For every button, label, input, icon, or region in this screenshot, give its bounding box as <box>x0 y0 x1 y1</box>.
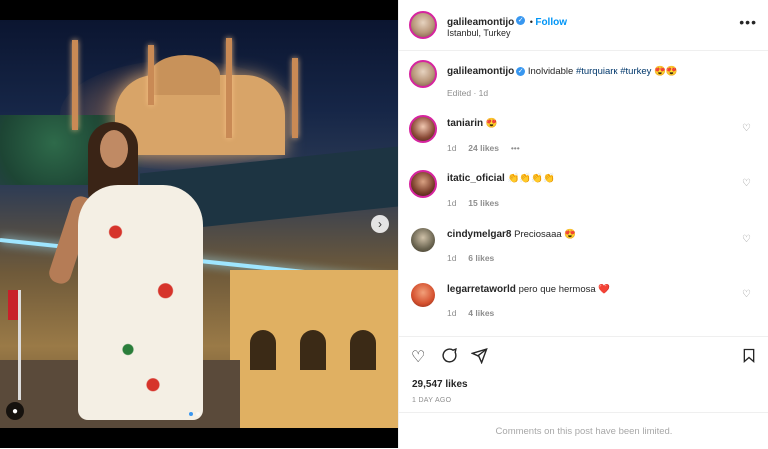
comment-likes[interactable]: 15 likes <box>468 198 499 208</box>
hashtag-link[interactable]: #turquiarк <box>576 66 618 77</box>
commenter-avatar[interactable] <box>411 228 435 252</box>
window <box>350 330 376 370</box>
media-top-band <box>0 0 398 20</box>
share-icon[interactable] <box>470 347 488 369</box>
woman-dress <box>78 185 203 420</box>
caption-text: Inolvidable <box>527 66 576 77</box>
comment-text: pero que hermosa ❤️ <box>518 284 611 295</box>
comment-text: 👏👏👏👏 <box>507 173 555 184</box>
minaret <box>226 38 232 138</box>
post-timestamp: 1 DAY AGO <box>412 397 452 404</box>
comment-age: 1d <box>447 143 457 153</box>
comment-age: 1d <box>447 253 457 263</box>
window <box>250 330 276 370</box>
caption-username[interactable]: galileamontijo <box>447 66 514 77</box>
minaret <box>72 40 78 130</box>
author-avatar[interactable] <box>409 11 437 39</box>
post-location[interactable]: Istanbul, Turkey <box>447 28 511 38</box>
commenter-avatar[interactable] <box>411 283 435 307</box>
commenter-username[interactable]: taniarin <box>447 118 483 129</box>
chevron-right-icon[interactable]: › <box>371 215 389 233</box>
commenter-username[interactable]: legarretaworld <box>447 284 516 295</box>
carousel-dot <box>196 412 200 416</box>
commenter-username[interactable]: itatic_oficial <box>447 173 505 184</box>
bookmark-icon[interactable] <box>741 347 757 369</box>
carousel-dot-active <box>189 412 193 416</box>
commenter-avatar[interactable] <box>409 115 437 143</box>
edited-label: Edited · 1d <box>447 88 489 98</box>
likes-count[interactable]: 29,547 likes <box>412 379 468 390</box>
action-bar: ♡ <box>399 336 768 377</box>
more-options-icon[interactable]: ••• <box>739 14 757 30</box>
heart-icon[interactable]: ♡ <box>742 178 751 189</box>
comment-age: 1d <box>447 198 457 208</box>
carousel-dots <box>189 412 200 416</box>
minaret <box>148 45 154 105</box>
verified-badge-icon: ✓ <box>516 16 526 26</box>
comment-text: 😍 <box>485 118 498 129</box>
comment-icon[interactable] <box>441 347 458 369</box>
heart-icon[interactable]: ♡ <box>411 347 425 367</box>
post-header: galileamontijo ✓ • Follow Istanbul, Turke… <box>399 0 768 51</box>
hashtag-link[interactable]: #turkey <box>620 66 651 77</box>
comment-likes[interactable]: 6 likes <box>468 253 494 263</box>
mosque-dome <box>150 55 220 95</box>
comment-more[interactable]: ••• <box>511 143 520 153</box>
verified-badge-icon: ✓ <box>516 66 526 76</box>
minaret <box>292 58 298 138</box>
comments-limited-notice: Comments on this post have been limited. <box>399 412 768 449</box>
woman-face <box>100 130 128 168</box>
caption-emoji: 😍😍 <box>654 66 678 77</box>
post-side-panel: galileamontijo ✓ • Follow Istanbul, Turke… <box>398 0 768 448</box>
caption-avatar[interactable] <box>409 60 437 88</box>
comment-likes[interactable]: 4 likes <box>468 308 494 318</box>
heart-icon[interactable]: ♡ <box>742 289 751 300</box>
author-username[interactable]: galileamontijo <box>447 17 514 28</box>
building-facade <box>230 270 398 428</box>
post-photo[interactable] <box>0 20 398 428</box>
user-tag-icon[interactable]: ● <box>6 402 24 420</box>
heart-icon[interactable]: ♡ <box>742 234 751 245</box>
flagpole <box>18 290 21 400</box>
comment-likes[interactable]: 24 likes <box>468 143 499 153</box>
follow-button[interactable]: Follow <box>535 17 567 28</box>
window <box>300 330 326 370</box>
commenter-avatar[interactable] <box>409 170 437 198</box>
turkish-flag <box>8 290 18 320</box>
commenter-username[interactable]: cindymelgar8 <box>447 229 511 240</box>
heart-icon[interactable]: ♡ <box>742 123 751 134</box>
post-media: › ● <box>0 0 398 448</box>
comment-age: 1d <box>447 308 457 318</box>
comment-text: Preciosaaa 😍 <box>514 229 577 240</box>
